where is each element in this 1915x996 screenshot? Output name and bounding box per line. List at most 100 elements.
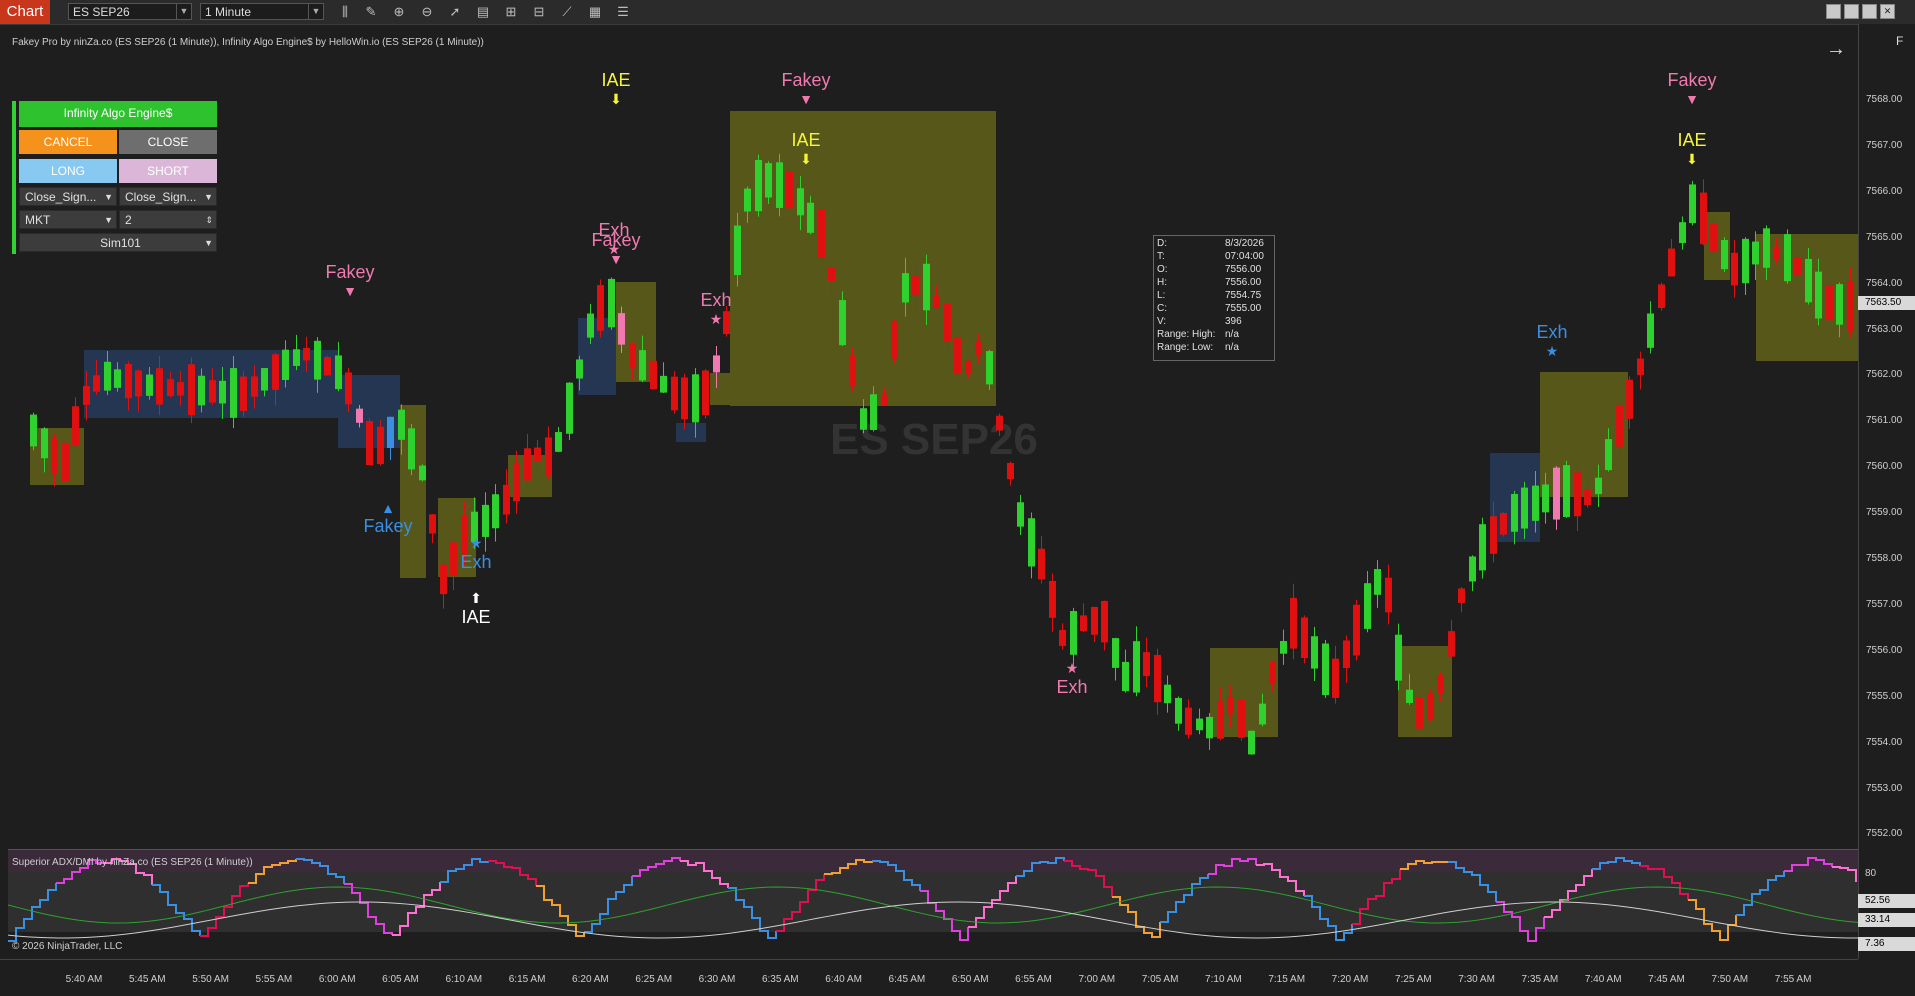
time-tick: 6:15 AM — [508, 974, 546, 985]
candle-body — [1458, 588, 1465, 603]
signal-iae-bear: IAE ⬇ — [791, 130, 820, 168]
star-icon: ★ — [469, 535, 483, 551]
price-tick: 7567.00 — [1866, 139, 1903, 151]
cancel-button[interactable]: CANCEL — [19, 130, 117, 154]
stepper-icon[interactable]: ⇕ — [205, 211, 213, 230]
candle-body — [251, 376, 258, 397]
account-select[interactable]: Sim101 ▼ — [19, 233, 217, 252]
candle-body — [954, 338, 961, 375]
candle-body — [1773, 246, 1780, 260]
interval-selector[interactable]: 1 Minute ▼ — [200, 3, 324, 20]
signal-label: Fakey — [1667, 70, 1717, 90]
time-tick: 7:50 AM — [1711, 974, 1749, 985]
properties-icon[interactable]: ⊞ — [502, 3, 520, 21]
candle-body — [1605, 439, 1612, 471]
pointer-icon[interactable]: ➚ — [446, 3, 464, 21]
candle-body — [440, 564, 447, 595]
time-tick: 7:45 AM — [1648, 974, 1685, 985]
close-signal-right-select[interactable]: Close_Sign... ▼ — [119, 187, 217, 206]
arrow-down-icon: ▼ — [799, 91, 813, 107]
candle-body — [1185, 707, 1192, 735]
strategies-icon[interactable]: ⟋ — [558, 3, 576, 21]
time-tick: 6:20 AM — [572, 974, 609, 985]
restore-icon[interactable] — [1826, 4, 1841, 19]
signal-label: Fakey — [325, 262, 375, 282]
data-box-key: C: — [1157, 303, 1167, 314]
price-chart[interactable] — [0, 24, 1858, 959]
bar-type-icon[interactable]: ⫼ — [336, 3, 354, 21]
draw-icon[interactable]: ✎ — [362, 3, 380, 21]
candle-body — [566, 382, 573, 434]
time-tick: 7:05 AM — [1141, 974, 1179, 985]
minimize-icon[interactable] — [1844, 4, 1859, 19]
candle-body — [104, 361, 111, 391]
candle-body — [1448, 631, 1455, 657]
candle-body — [219, 380, 226, 404]
long-button[interactable]: LONG — [19, 159, 117, 183]
candle-body — [1805, 258, 1812, 303]
price-axis[interactable]: F 7568.00 7567.00 7566.00 7565.00 7564.00 756… — [1858, 24, 1915, 959]
adx-chart[interactable] — [8, 850, 1858, 959]
signal-exh-bear: ★ Exh — [1056, 660, 1087, 698]
data-box-icon[interactable]: ▤ — [474, 3, 492, 21]
candle-body — [608, 278, 615, 328]
signal-fakey-bear: Fakey ▼ — [781, 70, 830, 107]
quantity-stepper[interactable]: 2 ⇕ — [119, 210, 217, 229]
arrow-down-icon: ⬇ — [800, 151, 812, 167]
candle-body — [1395, 634, 1402, 681]
candle-body — [1364, 583, 1371, 629]
candle-body — [356, 408, 363, 423]
candle-body — [1227, 696, 1234, 714]
order-type-select[interactable]: MKT ▼ — [19, 210, 117, 229]
adx-value-3: 7.36 — [1858, 937, 1915, 951]
list-icon[interactable]: ☰ — [614, 3, 632, 21]
candle-body — [135, 370, 142, 397]
signal-label: Exh — [700, 290, 732, 310]
candle-body — [1815, 271, 1822, 319]
candle-body — [744, 188, 751, 212]
arrow-up-icon: ⬆ — [470, 590, 482, 606]
candle-body — [177, 382, 184, 396]
arrow-up-icon: ▲ — [381, 500, 395, 516]
signal-fakey-bear: Fakey ▼ — [325, 262, 374, 299]
candle-body — [146, 374, 153, 396]
candle-body — [30, 414, 37, 447]
zoom-out-icon[interactable]: ⊖ — [418, 3, 436, 21]
close-button[interactable]: CLOSE — [119, 130, 217, 154]
f-button[interactable]: F — [1896, 34, 1910, 48]
candle-body — [1070, 611, 1077, 655]
price-tick: 7556.00 — [1866, 644, 1903, 656]
signal-iae-bear: IAE ⬇ — [1677, 130, 1706, 168]
candle-body — [1731, 252, 1738, 286]
zoom-in-icon[interactable]: ⊕ — [390, 3, 408, 21]
price-tick: 7554.00 — [1866, 736, 1903, 748]
candle-body — [1584, 489, 1591, 506]
chart-tab[interactable]: Chart — [0, 0, 50, 24]
price-tick: 7561.00 — [1866, 415, 1903, 427]
candle-body — [1479, 524, 1486, 571]
candle-body — [1332, 658, 1339, 698]
candle-body — [786, 171, 793, 209]
candle-body — [807, 202, 814, 233]
maximize-icon[interactable] — [1862, 4, 1877, 19]
close-icon[interactable]: ✕ — [1880, 4, 1895, 19]
data-box-value: n/a — [1225, 329, 1239, 340]
data-box-key: L: — [1157, 290, 1166, 301]
candle-body — [450, 542, 457, 576]
candle-body — [1658, 284, 1665, 309]
candle-body — [272, 354, 279, 390]
candle-body — [996, 415, 1003, 431]
candle-body — [1385, 577, 1392, 613]
instrument-selector[interactable]: ES SEP26 ▼ — [68, 3, 192, 20]
candle-body — [282, 349, 289, 381]
close-signal-left-select[interactable]: Close_Sign... ▼ — [19, 187, 117, 206]
candle-body — [293, 349, 300, 366]
indicators-icon[interactable]: ▦ — [586, 3, 604, 21]
select-value: MKT — [25, 213, 51, 227]
templates-icon[interactable]: ⊟ — [530, 3, 548, 21]
candle-body — [93, 375, 100, 392]
short-button[interactable]: SHORT — [119, 159, 217, 183]
time-axis[interactable]: 5:40 AM 5:45 AM 5:50 AM 5:55 AM 6:00 AM 6:05 … — [0, 959, 1858, 996]
candle-body — [1217, 701, 1224, 739]
time-tick: 5:55 AM — [255, 974, 293, 985]
